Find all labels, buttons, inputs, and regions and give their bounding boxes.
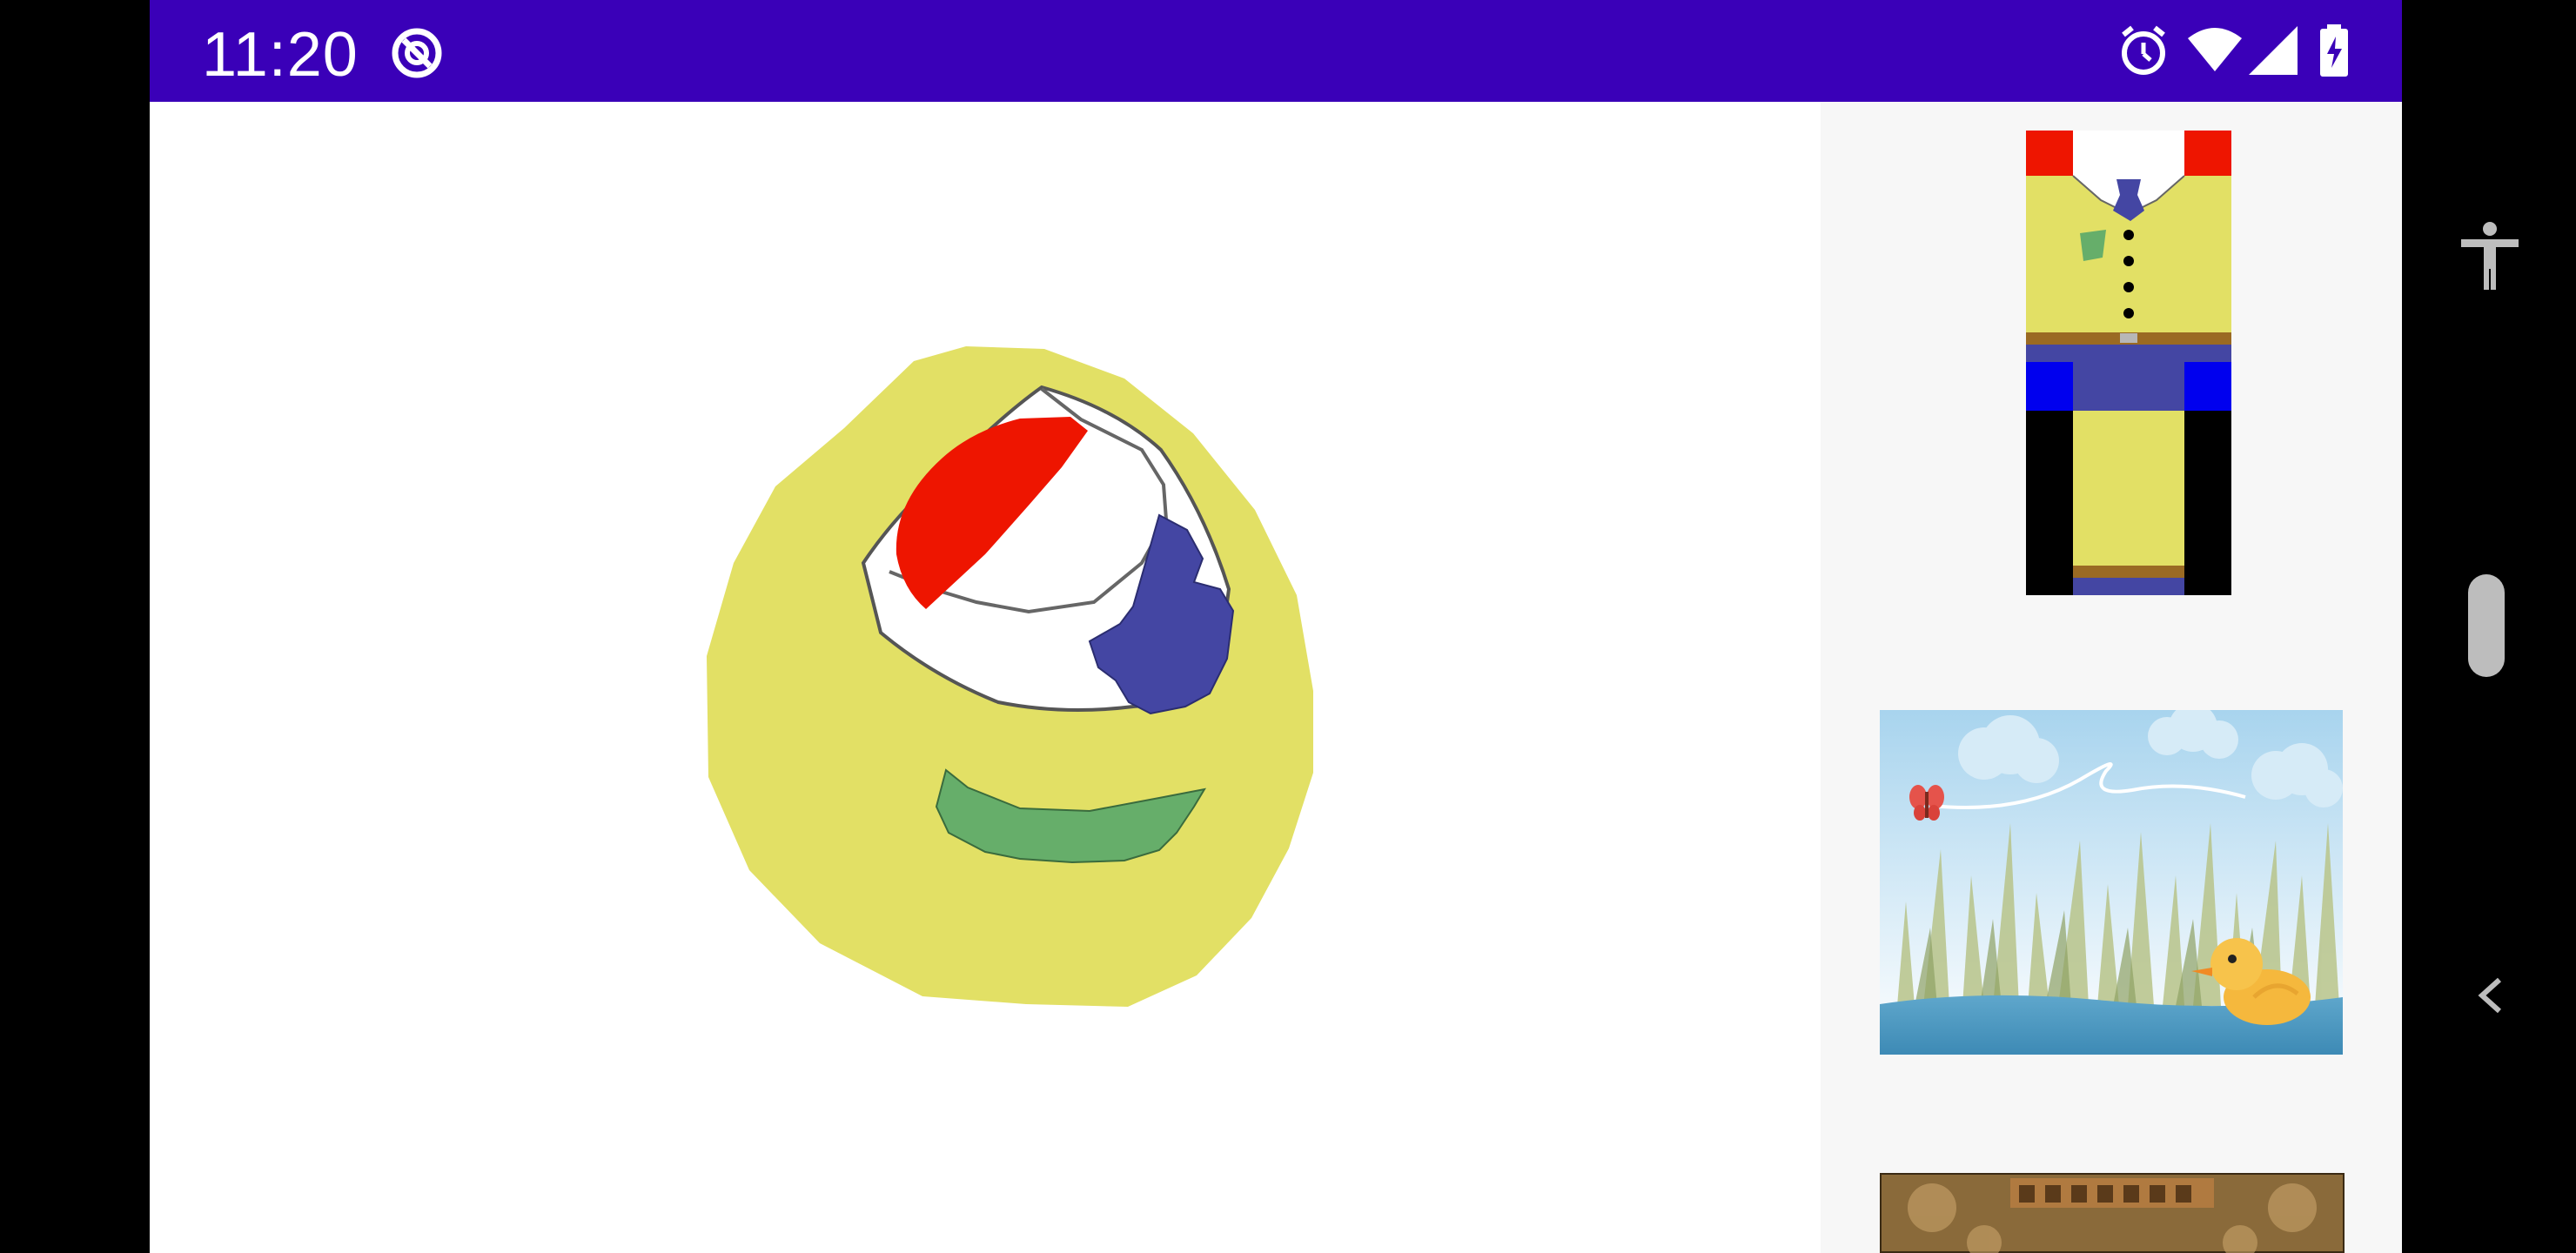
back-icon[interactable] (2475, 976, 2506, 1015)
model-viewer[interactable] (150, 102, 1821, 1253)
button-texture (1375, 794, 1440, 889)
wifi-icon (2188, 28, 2242, 71)
status-time: 11:20 (202, 20, 359, 90)
shirt-texture-thumbnail[interactable] (2026, 131, 2231, 595)
app-screen: 11:20 (150, 0, 2402, 1253)
status-bar: 11:20 (150, 0, 2402, 102)
alarm-icon (2122, 25, 2165, 75)
texture-list[interactable] (1821, 102, 2402, 1253)
do-not-disturb-icon (392, 28, 442, 78)
scroll-handle[interactable] (2468, 574, 2505, 677)
accessibility-icon[interactable] (2459, 222, 2520, 291)
battery-charging-icon (2320, 24, 2348, 77)
textured-sphere[interactable] (150, 102, 1821, 1253)
button-texture (1382, 911, 1429, 970)
navigation-bar (2402, 0, 2576, 1253)
signal-icon (2249, 26, 2298, 75)
duck-pond-texture-thumbnail[interactable] (1880, 710, 2343, 1055)
ornate-texture-thumbnail[interactable] (1880, 1173, 2345, 1253)
button-texture (1346, 746, 1410, 843)
button-texture (1384, 854, 1441, 937)
